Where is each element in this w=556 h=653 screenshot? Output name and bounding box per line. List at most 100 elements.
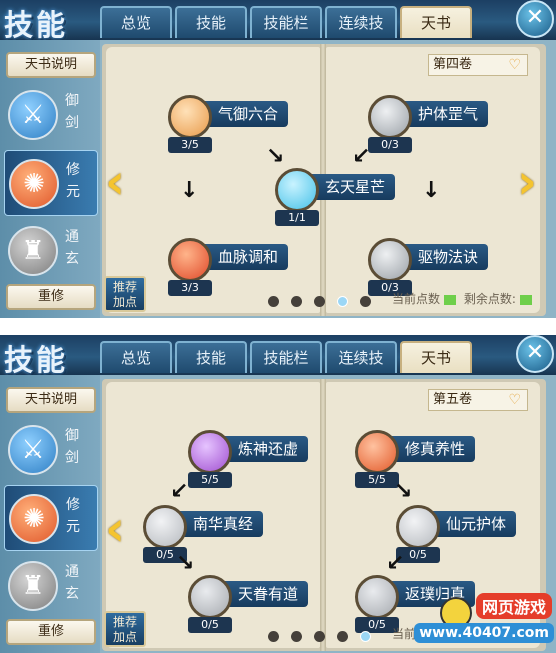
school-label: 通玄 bbox=[65, 229, 79, 267]
tab-skill-bar[interactable]: 技能栏 bbox=[250, 6, 322, 38]
watermark-url: www.40407.com bbox=[414, 623, 554, 643]
school-label: 御剑 bbox=[65, 428, 79, 466]
skill-icon bbox=[368, 238, 412, 282]
recommend-points-button[interactable]: 推荐 加点 bbox=[104, 611, 146, 647]
page-dot[interactable] bbox=[291, 296, 302, 307]
top-bar: 技能 总览 技能 技能栏 连续技 天书 ✕ bbox=[0, 0, 556, 42]
page-indicator bbox=[268, 296, 371, 307]
skill-icon bbox=[143, 505, 187, 549]
page-dot[interactable] bbox=[268, 296, 279, 307]
arrow-down-right-icon: ↘ bbox=[266, 144, 285, 169]
recommend-label: 推荐 bbox=[112, 280, 137, 294]
tab-combo[interactable]: 连续技 bbox=[325, 341, 397, 373]
points-readout: 当前 bbox=[392, 625, 416, 642]
skill-node[interactable]: 炼神还虚 5/5 bbox=[188, 430, 309, 490]
school-label: 通玄 bbox=[65, 564, 79, 602]
page-dot[interactable] bbox=[291, 631, 302, 642]
arrow-down-icon: ↓ bbox=[422, 178, 441, 203]
volume-selector[interactable]: 第五卷 ♡ bbox=[428, 389, 528, 411]
arrow-down-left-icon: ↙ bbox=[170, 479, 189, 504]
arrow-down-left-icon: ↙ bbox=[352, 144, 371, 169]
volume-selector[interactable]: 第四卷 ♡ bbox=[428, 54, 528, 76]
arrow-down-right-icon: ↘ bbox=[394, 479, 413, 504]
skill-node[interactable]: 驱物法诀 0/3 bbox=[368, 238, 489, 298]
points-readout: 当前点数 剩余点数: bbox=[392, 290, 536, 307]
page-indicator bbox=[268, 631, 371, 642]
page-dot[interactable] bbox=[314, 631, 325, 642]
skill-level: 0/3 bbox=[368, 137, 412, 153]
page-dot[interactable] bbox=[337, 631, 348, 642]
tab-tianshu[interactable]: 天书 bbox=[400, 341, 472, 373]
skill-icon bbox=[396, 505, 440, 549]
page-dot-active[interactable] bbox=[360, 631, 371, 642]
tab-skills[interactable]: 技能 bbox=[175, 341, 247, 373]
page-dot-active[interactable] bbox=[337, 296, 348, 307]
arrow-down-left-icon: ↙ bbox=[386, 551, 405, 576]
points-value-bar bbox=[519, 294, 532, 305]
school-yujian[interactable]: ⚔ 御剑 bbox=[4, 417, 96, 481]
recommend-points-button[interactable]: 推荐 加点 bbox=[104, 276, 146, 312]
skill-icon bbox=[188, 430, 232, 474]
skill-icon bbox=[368, 95, 412, 139]
skill-node[interactable]: 玄天星芒 1/1 bbox=[275, 168, 396, 228]
skill-icon bbox=[355, 430, 399, 474]
tab-bar: 总览 技能 技能栏 连续技 天书 bbox=[100, 6, 472, 38]
tab-skills[interactable]: 技能 bbox=[175, 6, 247, 38]
remaining-points-label: 剩余点数: bbox=[463, 292, 516, 306]
tab-overview[interactable]: 总览 bbox=[100, 6, 172, 38]
flame-emblem-icon: ✺ bbox=[9, 159, 59, 209]
school-yujian[interactable]: ⚔ 御剑 bbox=[4, 82, 96, 146]
tab-bar: 总览 技能 技能栏 连续技 天书 bbox=[100, 341, 472, 373]
skill-icon bbox=[355, 575, 399, 619]
tab-overview[interactable]: 总览 bbox=[100, 341, 172, 373]
tianshu-info-button[interactable]: 天书说明 bbox=[6, 387, 96, 413]
current-points-label: 当前点数 bbox=[392, 292, 441, 306]
school-xiuyuan[interactable]: ✺ 修元 bbox=[4, 485, 98, 551]
tab-skill-bar[interactable]: 技能栏 bbox=[250, 341, 322, 373]
skill-node[interactable]: 护体罡气 0/3 bbox=[368, 95, 489, 155]
recommend-label: 推荐 bbox=[112, 615, 137, 629]
skill-level: 3/5 bbox=[168, 137, 212, 153]
tab-combo[interactable]: 连续技 bbox=[325, 6, 397, 38]
sword-emblem-icon: ⚔ bbox=[8, 90, 58, 140]
next-page-chevron-icon[interactable]: › bbox=[512, 158, 542, 208]
page-dot[interactable] bbox=[268, 631, 279, 642]
skill-node[interactable]: 仙元护体 0/5 bbox=[396, 505, 517, 565]
reset-button[interactable]: 重修 bbox=[6, 284, 96, 310]
close-x-icon[interactable]: ✕ bbox=[516, 335, 554, 373]
school-tongxuan[interactable]: ♜ 通玄 bbox=[4, 218, 96, 282]
skill-level: 5/5 bbox=[355, 472, 399, 488]
school-label: 修元 bbox=[66, 162, 80, 200]
skill-node[interactable]: 气御六合 3/5 bbox=[168, 95, 289, 155]
page-dot[interactable] bbox=[360, 296, 371, 307]
skill-node[interactable]: 天眷有道 0/5 bbox=[188, 575, 309, 635]
tianshu-info-button[interactable]: 天书说明 bbox=[6, 52, 96, 78]
tab-tianshu[interactable]: 天书 bbox=[400, 6, 472, 38]
skill-node[interactable]: 南华真经 0/5 bbox=[143, 505, 264, 565]
points-value-bar bbox=[444, 294, 457, 305]
top-bar: 技能 总览 技能 技能栏 连续技 天书 ✕ bbox=[0, 335, 556, 377]
pillar-emblem-icon: ♜ bbox=[8, 561, 58, 611]
heart-icon: ♡ bbox=[508, 392, 521, 408]
skill-node[interactable]: 血脉调和 3/3 bbox=[168, 238, 289, 298]
recommend-label: 加点 bbox=[112, 295, 137, 309]
recommend-label: 加点 bbox=[112, 630, 137, 644]
skill-level: 3/3 bbox=[168, 280, 212, 296]
sword-emblem-icon: ⚔ bbox=[8, 425, 58, 475]
skill-panel-volume-4: 技能 总览 技能 技能栏 连续技 天书 ✕ 天书说明 ⚔ 御剑 ✺ 修元 ♜ 通… bbox=[0, 0, 556, 318]
prev-page-chevron-icon[interactable]: ‹ bbox=[100, 505, 130, 555]
skills-logo: 技能 bbox=[4, 343, 69, 377]
skill-panel-volume-5: 技能 总览 技能 技能栏 连续技 天书 ✕ 天书说明 ⚔ 御剑 ✺ 修元 ♜ 通… bbox=[0, 335, 556, 653]
arrow-down-icon: ↓ bbox=[180, 178, 199, 203]
school-sidebar: 天书说明 ⚔ 御剑 ✺ 修元 ♜ 通玄 重修 bbox=[0, 375, 100, 653]
school-xiuyuan[interactable]: ✺ 修元 bbox=[4, 150, 98, 216]
page-dot[interactable] bbox=[314, 296, 325, 307]
school-tongxuan[interactable]: ♜ 通玄 bbox=[4, 553, 96, 617]
reset-button[interactable]: 重修 bbox=[6, 619, 96, 645]
skill-level: 0/5 bbox=[188, 617, 232, 633]
skill-icon bbox=[168, 238, 212, 282]
close-x-icon[interactable]: ✕ bbox=[516, 0, 554, 38]
skill-icon bbox=[168, 95, 212, 139]
current-points-label: 当前 bbox=[392, 627, 417, 641]
prev-page-chevron-icon[interactable]: ‹ bbox=[100, 158, 130, 208]
